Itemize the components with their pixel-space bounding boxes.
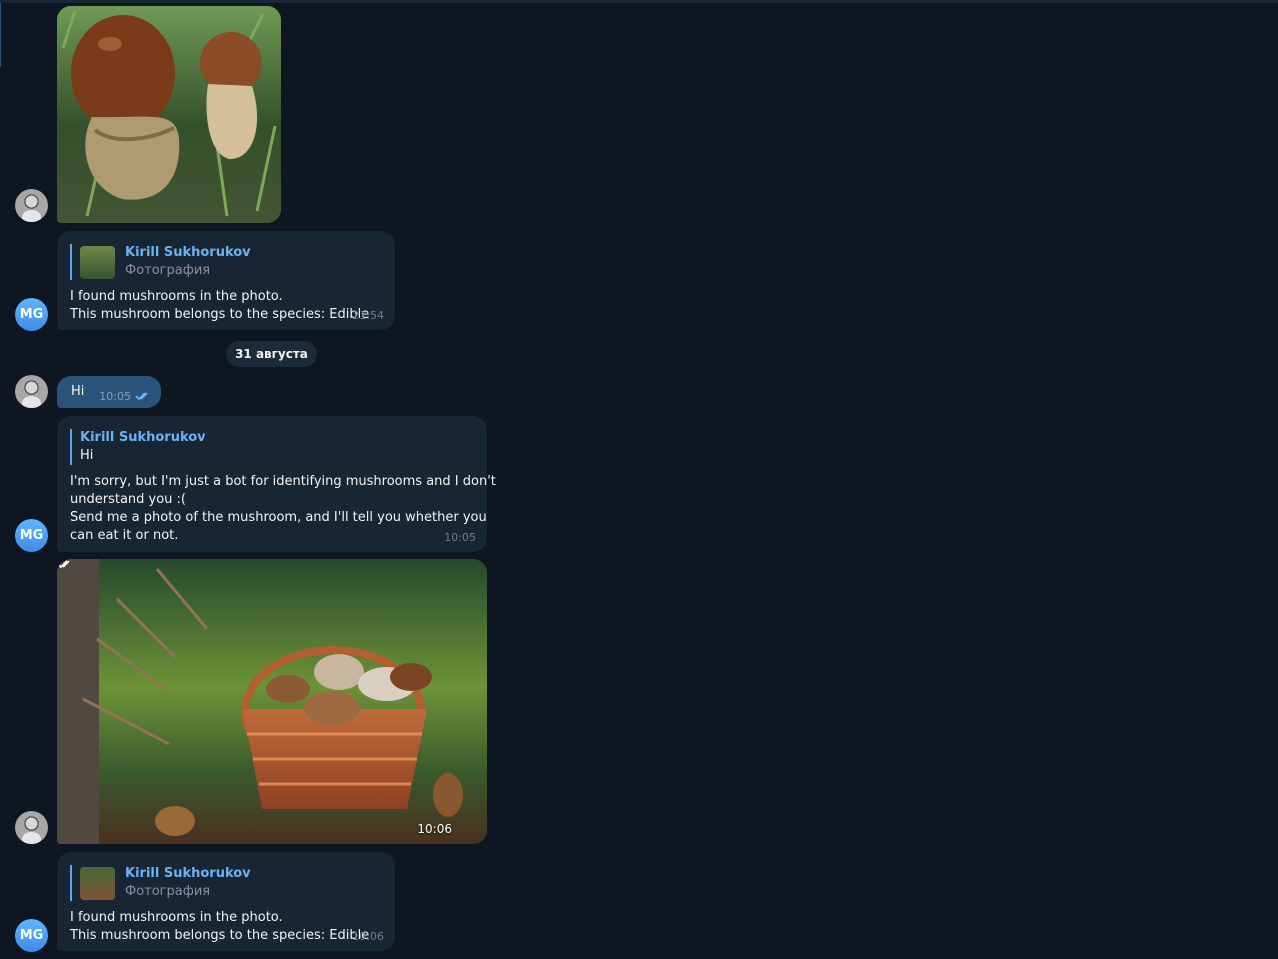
user-hi-message: Hi 10:05	[57, 376, 161, 408]
message-time: 21:54	[352, 309, 384, 322]
bot-result-message: Kirill Sukhorukov Фотография I found mus…	[57, 231, 395, 330]
double-check-icon	[135, 392, 148, 401]
result-line-1: I found mushrooms in the photo.	[70, 910, 283, 925]
reply-preview[interactable]: Kirill Sukhorukov Фотография	[70, 244, 381, 280]
date-separator: 31 августа	[226, 341, 317, 367]
user-avatar[interactable]	[15, 811, 48, 844]
chat-edge-marker	[0, 3, 1, 67]
reply-photo-label: Фотография	[125, 884, 211, 899]
reply-thumbnail	[80, 867, 115, 900]
help-line-3: Send me a photo of the mushroom, and I'l…	[70, 510, 487, 525]
reply-author: Kirill Sukhorukov	[125, 245, 251, 260]
chat-history: Kirill Sukhorukov Фотография I found mus…	[0, 0, 1278, 959]
bot-avatar[interactable]: MG	[15, 298, 48, 331]
photo-time: 10:06	[417, 822, 452, 836]
user-avatar[interactable]	[15, 375, 48, 408]
help-line-2: understand you :(	[70, 492, 187, 507]
bot-avatar[interactable]: MG	[15, 919, 48, 952]
reply-quote: Hi	[80, 448, 94, 463]
help-line-4: can eat it or not.	[70, 528, 179, 543]
basket-photo-message[interactable]: 10:06	[57, 559, 487, 844]
reply-preview[interactable]: Kirill Sukhorukov Фотография	[70, 865, 381, 901]
message-time: 10:05	[444, 531, 476, 544]
mushroom-photo-icon	[57, 6, 281, 223]
hi-time: 10:05	[99, 390, 131, 403]
reply-author: Kirill Sukhorukov	[80, 430, 206, 445]
bot-help-message: Kirill Sukhorukov Hi I'm sorry, but I'm …	[57, 416, 496, 552]
result-line-1: I found mushrooms in the photo.	[70, 289, 283, 304]
hi-text: Hi	[71, 384, 85, 399]
result-line-2: This mushroom belongs to the species: Ed…	[70, 307, 370, 322]
reply-preview[interactable]: Kirill Sukhorukov Hi	[70, 429, 475, 465]
double-check-icon	[57, 560, 70, 569]
result-line-2: This mushroom belongs to the species: Ed…	[70, 928, 370, 943]
mushroom-photo-message[interactable]	[57, 6, 281, 223]
help-line-1: I'm sorry, but I'm just a bot for identi…	[70, 474, 496, 489]
reply-thumbnail	[80, 246, 115, 279]
mushroom-basket-photo-icon	[57, 559, 487, 844]
user-avatar[interactable]	[15, 189, 48, 222]
reply-photo-label: Фотография	[125, 263, 211, 278]
bot-avatar[interactable]: MG	[15, 519, 48, 552]
reply-author: Kirill Sukhorukov	[125, 866, 251, 881]
message-time: 10:06	[352, 930, 384, 943]
bot-result-message: Kirill Sukhorukov Фотография I found mus…	[57, 852, 395, 951]
